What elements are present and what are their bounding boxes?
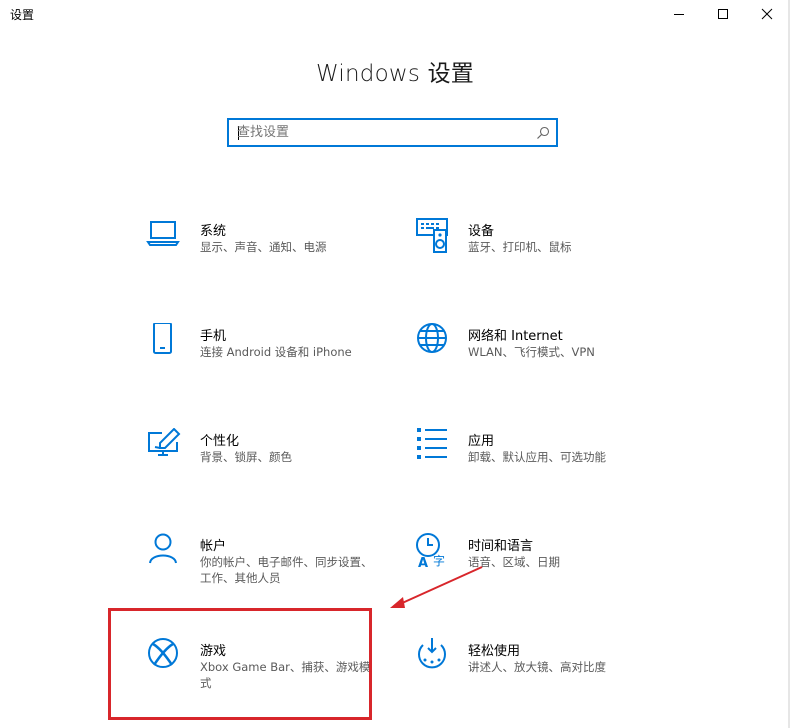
annotation-arrow xyxy=(390,566,483,608)
